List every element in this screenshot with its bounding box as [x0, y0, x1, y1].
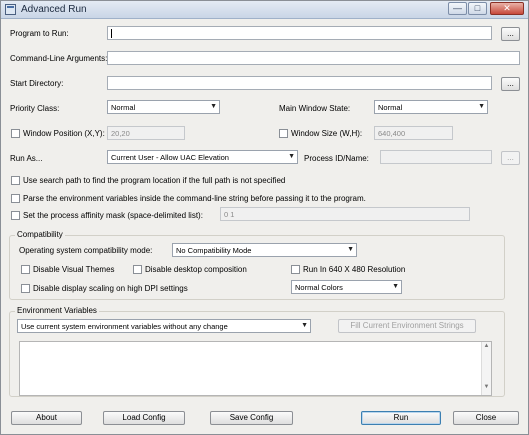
parse-env-checkbox[interactable]: [11, 194, 20, 203]
desktop-comp-label: Disable desktop composition: [145, 265, 247, 274]
compat-mode-select[interactable]: No Compatibility Mode ▼: [172, 243, 357, 257]
winpos-checkbox[interactable]: [11, 129, 20, 138]
desktop-comp-checkbox[interactable]: [133, 265, 142, 274]
app-icon: [5, 4, 16, 15]
compat-mode-label: Operating system compatibility mode:: [19, 246, 153, 255]
minimize-button[interactable]: —: [448, 2, 467, 15]
visual-themes-checkbox[interactable]: [21, 265, 30, 274]
affinity-label: Set the process affinity mask (space-del…: [23, 211, 203, 220]
close-window-button[interactable]: ✕: [490, 2, 524, 15]
cmdline-input[interactable]: [107, 51, 520, 65]
pid-label: Process ID/Name:: [304, 154, 369, 163]
pid-input[interactable]: [380, 150, 492, 164]
advanced-run-window: Advanced Run — □ ✕ Program to Run: ... C…: [0, 0, 529, 435]
winsize-input[interactable]: 640,400: [374, 126, 453, 140]
run640-checkbox[interactable]: [291, 265, 300, 274]
cmdline-label: Command-Line Arguments:: [10, 54, 108, 63]
dpi-scaling-checkbox[interactable]: [21, 284, 30, 293]
run640-label: Run In 640 X 480 Resolution: [303, 265, 406, 274]
about-button[interactable]: About: [11, 411, 82, 425]
close-button[interactable]: Close: [453, 411, 519, 425]
winpos-input[interactable]: 20,20: [107, 126, 185, 140]
dpi-scaling-label: Disable display scaling on high DPI sett…: [33, 284, 188, 293]
priority-label: Priority Class:: [10, 104, 60, 113]
mainwin-label: Main Window State:: [279, 104, 351, 113]
visual-themes-label: Disable Visual Themes: [33, 265, 115, 274]
program-input[interactable]: [107, 26, 492, 40]
compatibility-group-title: Compatibility: [15, 230, 65, 239]
title-bar[interactable]: Advanced Run — □ ✕: [1, 1, 528, 19]
chevron-down-icon: ▼: [392, 283, 399, 290]
window-title: Advanced Run: [21, 4, 87, 15]
text-caret: [111, 29, 112, 38]
affinity-checkbox[interactable]: [11, 211, 20, 220]
fill-env-button[interactable]: Fill Current Environment Strings: [338, 319, 476, 333]
affinity-input[interactable]: 0 1: [220, 207, 470, 221]
run-button[interactable]: Run: [361, 411, 441, 425]
env-scrollbar[interactable]: ▲ ▼: [481, 342, 491, 395]
search-path-checkbox[interactable]: [11, 176, 20, 185]
save-config-button[interactable]: Save Config: [210, 411, 293, 425]
scroll-up-icon[interactable]: ▲: [482, 343, 491, 353]
runas-select[interactable]: Current User - Allow UAC Elevation ▼: [107, 150, 298, 164]
chevron-down-icon: ▼: [301, 322, 308, 329]
scroll-down-icon[interactable]: ▼: [482, 384, 491, 394]
pid-browse-button[interactable]: ...: [501, 151, 520, 165]
env-mode-select[interactable]: Use current system environment variables…: [17, 319, 311, 333]
chevron-down-icon: ▼: [210, 103, 217, 110]
winsize-label: Window Size (W,H):: [291, 129, 363, 138]
chevron-down-icon: ▼: [288, 153, 295, 160]
winpos-label: Window Position (X,Y):: [23, 129, 105, 138]
search-path-label: Use search path to find the program loca…: [23, 176, 286, 185]
colors-select[interactable]: Normal Colors ▼: [291, 280, 402, 294]
environment-group-title: Environment Variables: [15, 306, 99, 315]
winsize-checkbox[interactable]: [279, 129, 288, 138]
mainwin-select[interactable]: Normal ▼: [374, 100, 488, 114]
startdir-input[interactable]: [107, 76, 492, 90]
startdir-browse-button[interactable]: ...: [501, 77, 520, 91]
runas-label: Run As...: [10, 154, 43, 163]
chevron-down-icon: ▼: [478, 103, 485, 110]
priority-select[interactable]: Normal ▼: [107, 100, 220, 114]
load-config-button[interactable]: Load Config: [103, 411, 185, 425]
chevron-down-icon: ▼: [347, 246, 354, 253]
program-browse-button[interactable]: ...: [501, 27, 520, 41]
program-label: Program to Run:: [10, 29, 69, 38]
parse-env-label: Parse the environment variables inside t…: [23, 194, 366, 203]
startdir-label: Start Directory:: [10, 79, 64, 88]
env-strings-textarea[interactable]: ▲ ▼: [19, 341, 492, 396]
maximize-button[interactable]: □: [468, 2, 487, 15]
